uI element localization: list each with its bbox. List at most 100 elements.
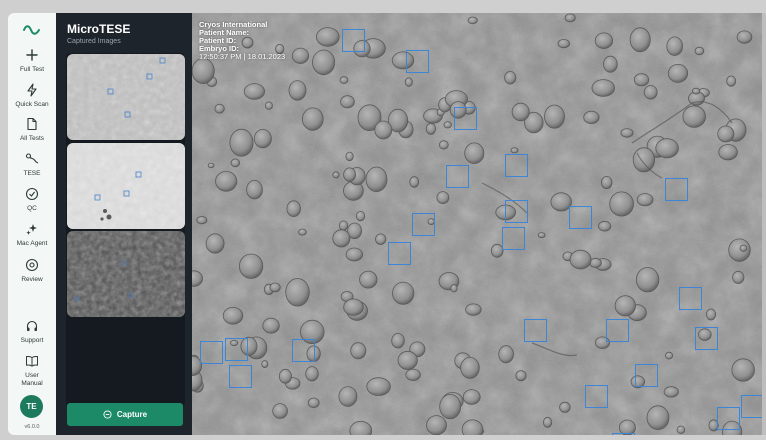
image-metadata-overlay: Cryos International Patient Name: Patien… <box>199 21 285 61</box>
detection-box[interactable] <box>388 242 411 265</box>
thumbnail-1[interactable] <box>67 54 185 140</box>
detection-box[interactable] <box>505 154 528 177</box>
detection-box[interactable] <box>665 178 688 201</box>
cell <box>350 342 367 360</box>
cell <box>691 87 701 95</box>
cell <box>498 345 514 364</box>
detection-box[interactable] <box>741 395 762 418</box>
cell <box>583 110 600 125</box>
cell <box>253 129 272 149</box>
cell <box>609 191 634 217</box>
cell <box>510 147 519 154</box>
avatar[interactable]: TE <box>20 395 43 418</box>
plus-icon <box>26 49 38 61</box>
thumbnail-3[interactable] <box>67 231 185 317</box>
cell <box>229 128 254 157</box>
detection-box[interactable] <box>679 287 702 310</box>
detection-box[interactable] <box>229 365 252 388</box>
sidebar-item-tese[interactable]: TESE <box>8 152 56 178</box>
detection-box[interactable] <box>585 385 608 408</box>
thumbnail-2[interactable] <box>67 143 185 229</box>
cell <box>436 191 450 205</box>
cell <box>302 107 324 131</box>
cell <box>736 30 753 44</box>
detection-box[interactable] <box>406 50 429 73</box>
version-label: v6.0.0 <box>24 424 40 430</box>
cell <box>504 70 517 85</box>
sidebar-item-quick-scan[interactable]: Quick Scan <box>8 83 56 109</box>
detection-box[interactable] <box>612 433 635 435</box>
sidebar-item-support[interactable]: Support <box>8 319 56 345</box>
cell <box>332 229 351 248</box>
detection-box[interactable] <box>292 339 315 362</box>
captured-image-2 <box>67 143 185 229</box>
sidebar: Full Test Quick Scan All Tests TESE QC M… <box>8 13 56 435</box>
detection-box[interactable] <box>635 364 658 387</box>
cell <box>667 64 689 83</box>
detection-box[interactable] <box>342 29 365 52</box>
cell <box>732 270 745 284</box>
sidebar-item-label: All Tests <box>19 135 45 142</box>
cell <box>338 386 358 407</box>
sperm-icon <box>25 153 39 164</box>
cell <box>262 317 280 334</box>
capture-button[interactable]: Capture <box>67 403 183 426</box>
cell <box>375 233 387 245</box>
sidebar-item-review[interactable]: Review <box>8 258 56 284</box>
detection-box[interactable] <box>524 319 547 342</box>
detection-box[interactable] <box>454 107 477 130</box>
cell <box>425 122 436 135</box>
detection-box[interactable] <box>505 200 528 223</box>
cell <box>705 308 717 321</box>
captured-image-3 <box>67 231 185 317</box>
cell <box>426 415 447 435</box>
detection-box[interactable] <box>200 341 223 364</box>
cell <box>636 193 654 207</box>
detection-box[interactable] <box>606 319 629 342</box>
sparkle-icon <box>26 224 37 235</box>
cell <box>340 95 355 109</box>
cell <box>339 76 349 84</box>
detection-box[interactable] <box>446 165 469 188</box>
sidebar-item-all-tests[interactable]: All Tests <box>8 117 56 143</box>
capture-label: Capture <box>116 410 148 419</box>
cell <box>316 27 340 47</box>
cell <box>205 233 225 254</box>
headphones-icon <box>26 320 38 331</box>
cell <box>291 47 310 64</box>
cell <box>635 267 660 293</box>
detection-box[interactable] <box>717 407 740 430</box>
detection-box[interactable] <box>502 227 525 250</box>
sidebar-item-user-manual[interactable]: User Manual <box>8 354 56 388</box>
cell <box>603 55 618 73</box>
detection-box[interactable] <box>695 327 718 350</box>
cell <box>243 83 266 100</box>
cell <box>365 166 388 193</box>
microscope-image <box>192 13 762 435</box>
capture-icon <box>103 410 112 419</box>
cell <box>196 216 208 225</box>
detection-box[interactable] <box>225 338 248 361</box>
cell <box>694 46 705 56</box>
sidebar-item-label: Support <box>20 337 44 344</box>
detection-box[interactable] <box>412 213 435 236</box>
cell <box>464 142 485 164</box>
cell <box>345 247 364 262</box>
cell <box>601 175 613 189</box>
sidebar-item-full-test[interactable]: Full Test <box>8 48 56 74</box>
cell <box>264 101 273 110</box>
sidebar-item-qc[interactable]: QC <box>8 187 56 213</box>
captured-images-panel: MicroTESE Captured Images Capture <box>56 13 192 435</box>
cell <box>272 403 288 419</box>
cell <box>460 356 480 379</box>
microscope-viewer[interactable]: Cryos International Patient Name: Patien… <box>192 13 762 435</box>
cell <box>629 27 651 53</box>
cell <box>278 368 292 384</box>
cell <box>544 104 565 129</box>
book-icon <box>26 355 38 367</box>
cell <box>462 389 481 405</box>
sidebar-item-mac-agent[interactable]: Mac Agent <box>8 222 56 248</box>
detection-box[interactable] <box>569 206 592 229</box>
cell <box>238 253 264 279</box>
cell <box>537 232 546 239</box>
